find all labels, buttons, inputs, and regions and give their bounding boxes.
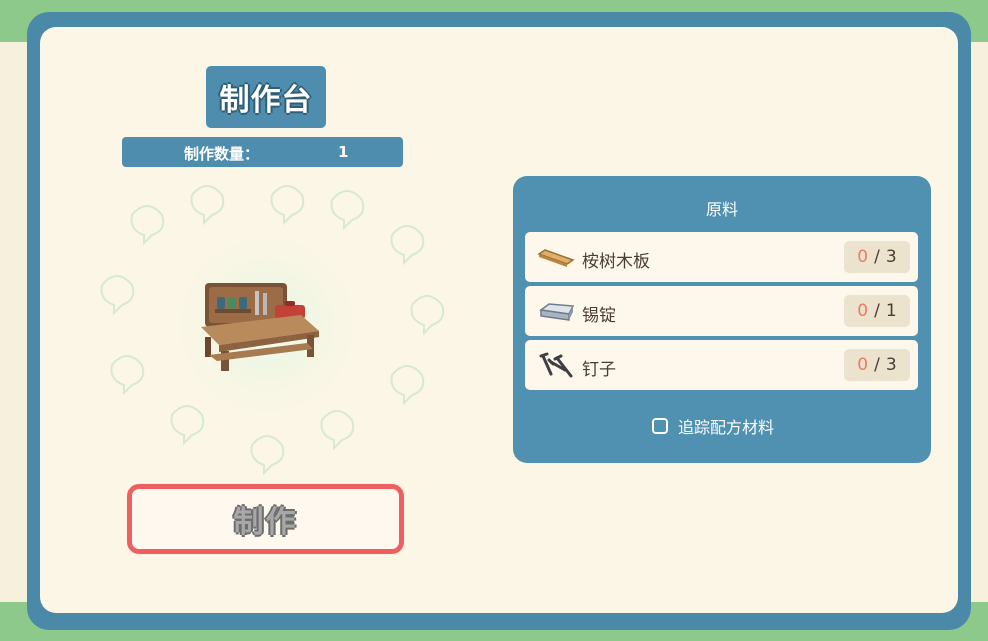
craft-button[interactable]: 制作 bbox=[127, 484, 404, 554]
quantity-label: 制作数量： bbox=[184, 145, 260, 163]
material-name: 锡锭 bbox=[582, 306, 616, 326]
material-count: 0 / 3 bbox=[844, 241, 910, 273]
materials-title: 原料 bbox=[705, 200, 738, 219]
materials-panel: 原料 桉树木板 0 / 3 锡锭 0 / 1 钉子 0 / 3 追踪配方材料 bbox=[513, 176, 931, 463]
recipe-title: 制作台 bbox=[206, 66, 326, 128]
track-label: 追踪配方材料 bbox=[678, 418, 775, 437]
nails-icon bbox=[539, 352, 573, 378]
material-row-tin-ingot[interactable]: 锡锭 0 / 1 bbox=[525, 286, 918, 336]
workbench-icon bbox=[201, 283, 319, 371]
quantity-bar: 制作数量： 1 bbox=[122, 137, 403, 167]
track-checkbox[interactable] bbox=[652, 418, 668, 434]
wood-plank-icon bbox=[537, 249, 575, 267]
quantity-value: 1 bbox=[338, 143, 349, 161]
material-name: 桉树木板 bbox=[582, 252, 650, 272]
material-row-wood-plank[interactable]: 桉树木板 0 / 3 bbox=[525, 232, 918, 282]
material-count: 0 / 3 bbox=[844, 349, 910, 381]
item-preview bbox=[72, 175, 462, 476]
material-name: 钉子 bbox=[582, 360, 616, 380]
material-count: 0 / 1 bbox=[844, 295, 910, 327]
tin-ingot-icon bbox=[539, 303, 575, 321]
track-materials-toggle[interactable]: 追踪配方材料 bbox=[652, 414, 774, 438]
material-row-nails[interactable]: 钉子 0 / 3 bbox=[525, 340, 918, 390]
